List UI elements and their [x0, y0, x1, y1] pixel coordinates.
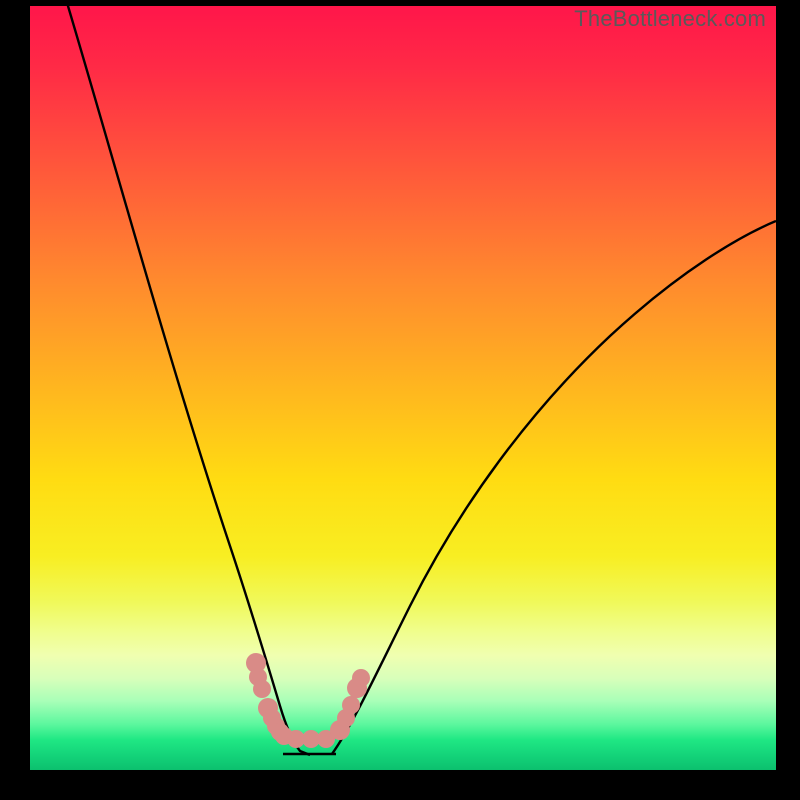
curve-right [332, 221, 776, 754]
watermark-text: TheBottleneck.com [574, 6, 766, 32]
chart-overlay [30, 6, 776, 770]
valley-markers [246, 653, 370, 748]
curve-left [65, 6, 310, 755]
